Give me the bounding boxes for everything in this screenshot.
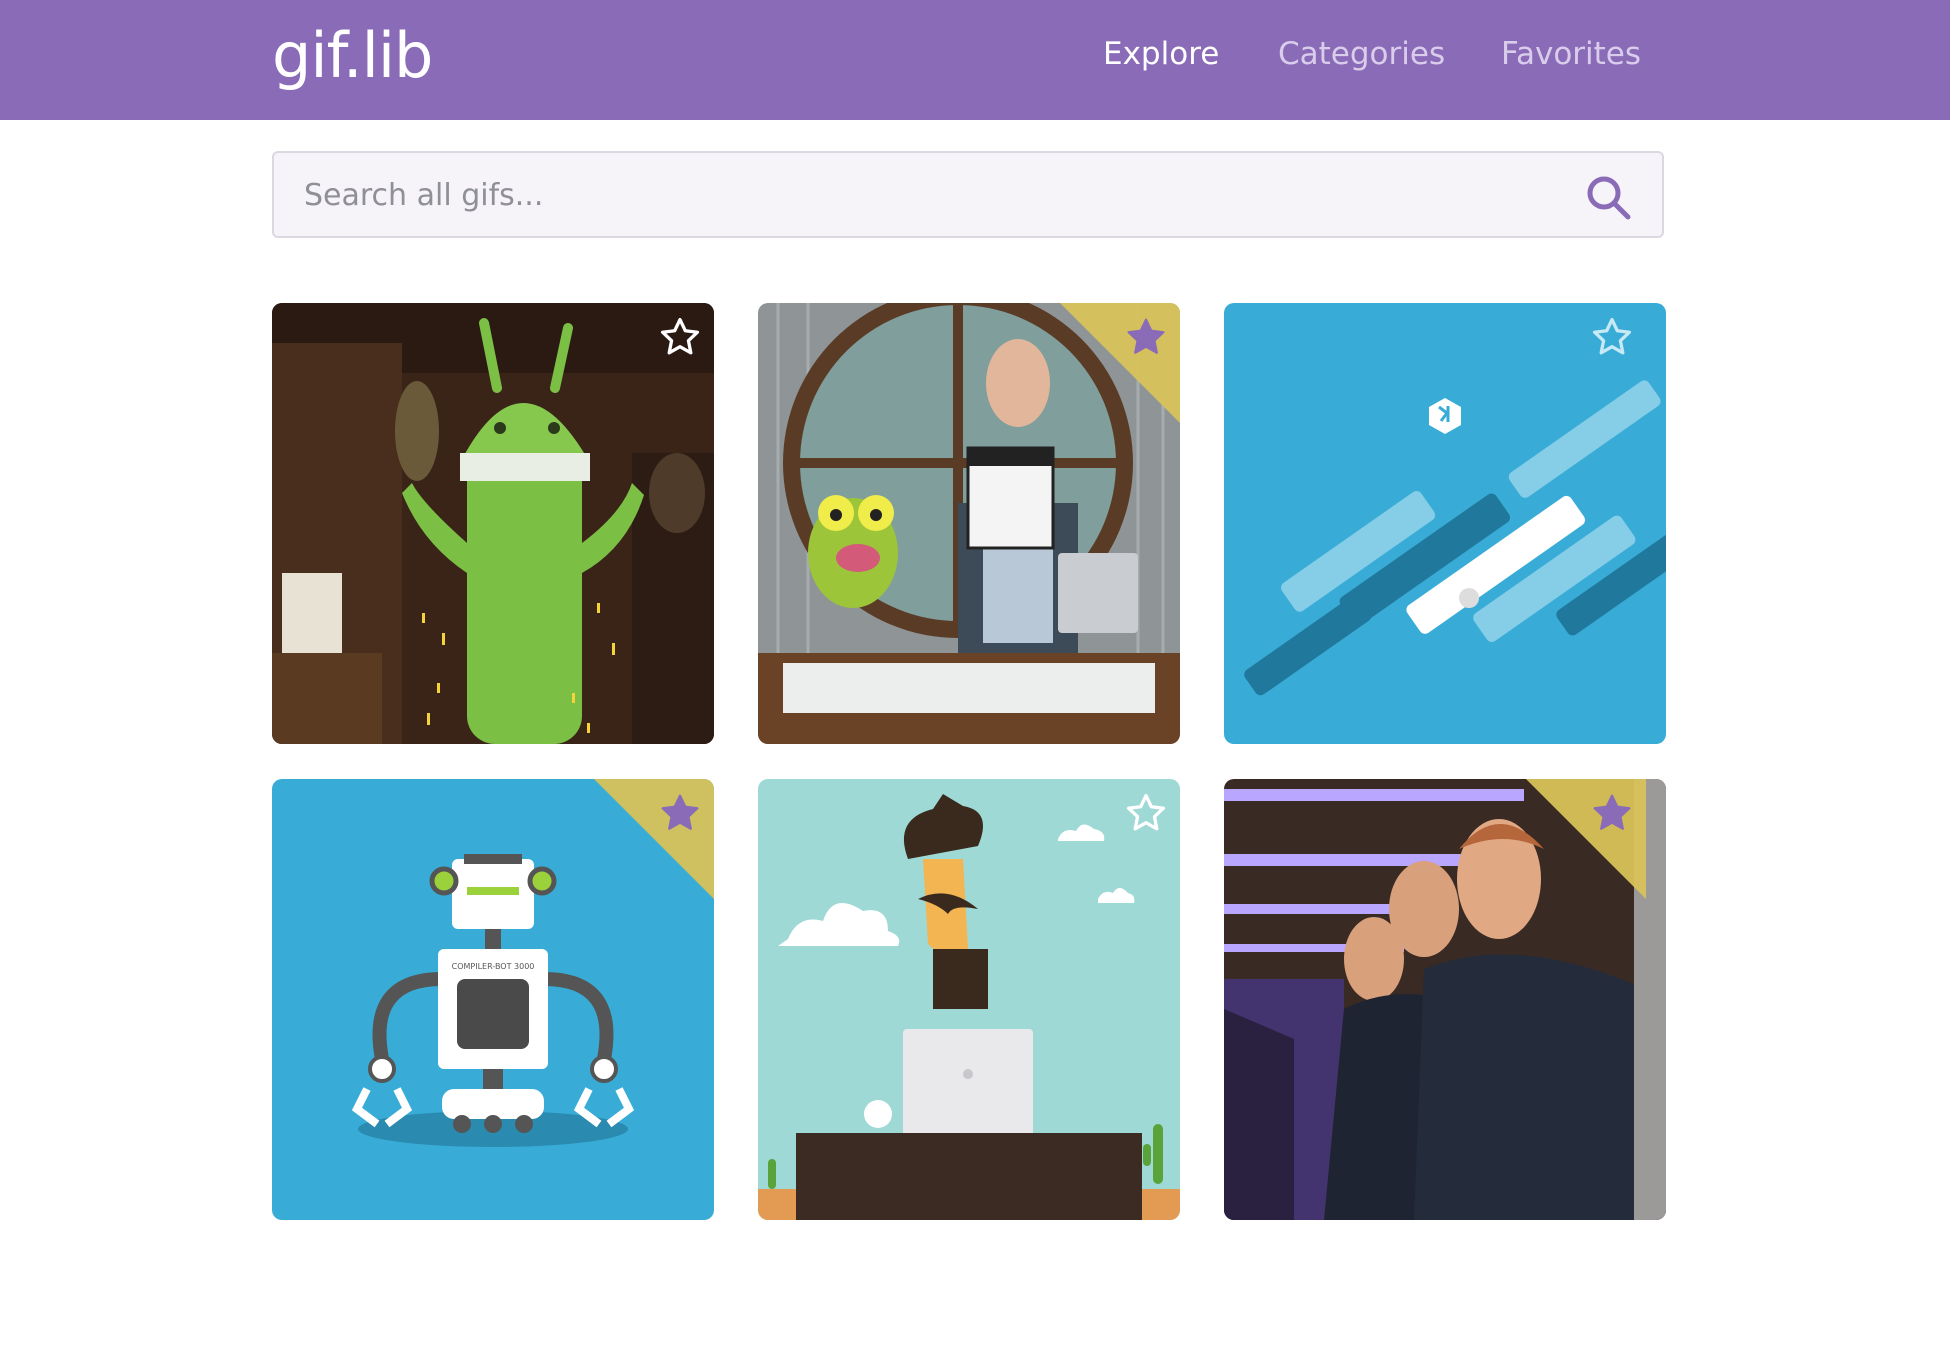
robot-caption: COMPILER-BOT 3000 (452, 962, 535, 971)
search-icon[interactable] (1584, 173, 1632, 221)
favorite-star-icon[interactable] (658, 315, 702, 359)
nav-favorites[interactable]: Favorites (1501, 34, 1641, 74)
gif-image (1224, 303, 1666, 744)
gif-image (758, 779, 1180, 1220)
gif-tile[interactable] (1224, 303, 1666, 744)
gif-tile[interactable]: COMPILER-BOT 3000 (272, 779, 714, 1220)
favorite-star-icon[interactable] (1124, 315, 1168, 359)
gif-image (1224, 779, 1666, 1220)
search-bar (272, 151, 1664, 238)
gif-tile[interactable] (758, 303, 1180, 744)
gif-tile[interactable] (758, 779, 1180, 1220)
nav-categories[interactable]: Categories (1278, 34, 1445, 74)
gif-image (758, 303, 1180, 744)
favorite-star-icon[interactable] (658, 791, 702, 835)
top-nav-bar: gif.lib Explore Categories Favorites (0, 0, 1950, 120)
site-logo[interactable]: gif.lib (272, 16, 433, 96)
favorite-star-icon[interactable] (1590, 791, 1634, 835)
gif-tile[interactable] (1224, 779, 1666, 1220)
favorite-star-icon[interactable] (1124, 791, 1168, 835)
gif-tile[interactable] (272, 303, 714, 744)
search-input[interactable] (302, 153, 1546, 238)
gif-image: COMPILER-BOT 3000 (272, 779, 714, 1220)
favorite-star-icon[interactable] (1590, 315, 1634, 359)
gif-image (272, 303, 714, 744)
nav-explore[interactable]: Explore (1103, 34, 1219, 74)
